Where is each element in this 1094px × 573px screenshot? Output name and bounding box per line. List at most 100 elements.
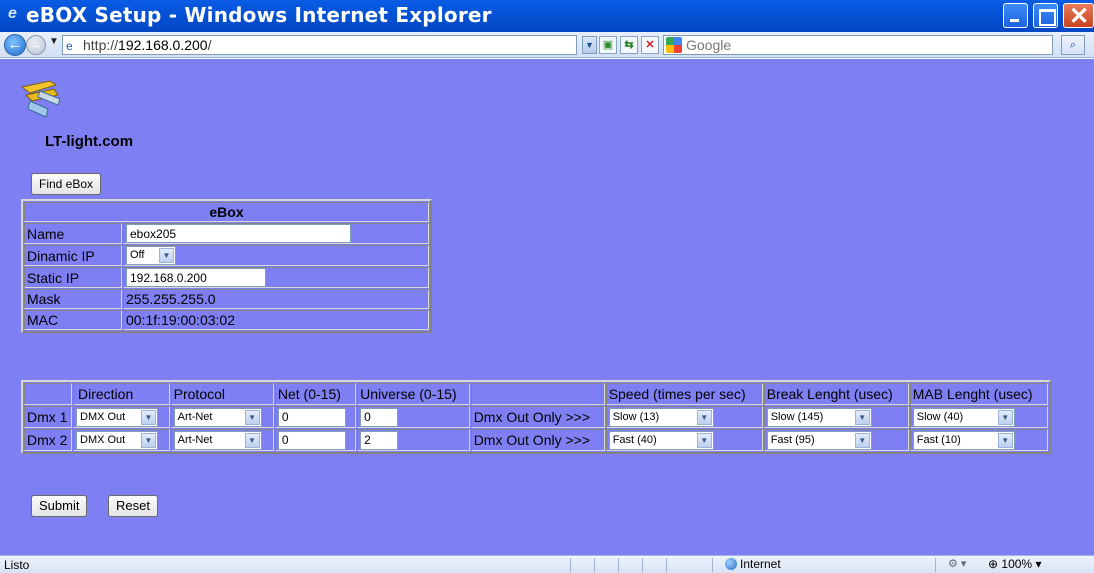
dmx2-speed-select[interactable]: Fast (40) ▼ [608, 430, 714, 450]
dinamic-ip-label: Dinamic IP [24, 245, 122, 266]
search-button[interactable]: ⌕ [1061, 35, 1085, 55]
chevron-down-icon: ▼ [854, 432, 870, 448]
dmx-header-cell [470, 383, 605, 405]
static-ip-label: Static IP [24, 267, 122, 288]
status-divider [570, 558, 571, 572]
dmx-header-row: Direction Protocol Net (0-15) Universe (… [24, 383, 1048, 405]
reset-button[interactable]: Reset [108, 495, 158, 517]
maximize-button[interactable] [1033, 3, 1058, 28]
url-host: 192.168.0.200 [118, 37, 208, 53]
dinamic-ip-value: Off [130, 249, 145, 261]
ie-logo-icon: e [8, 5, 17, 22]
minimize-button[interactable] [1003, 3, 1028, 28]
zoom-text: 100% [1001, 557, 1033, 571]
page-content: LT-light.com Find eBox eBox Name Dinamic… [0, 59, 1094, 555]
address-input[interactable]: e http://192.168.0.200/ [62, 35, 577, 55]
chevron-down-icon: ▼ [141, 409, 156, 425]
mask-label: Mask [24, 289, 122, 309]
dmx2-net-input[interactable] [277, 430, 346, 450]
table-row: Dmx 1 DMX Out ▼ Art-Net ▼ Dmx Out Only >>>… [24, 406, 1048, 428]
mask-value: 255.255.255.0 [123, 289, 429, 309]
recent-pages-dropdown[interactable]: ▼ [49, 36, 59, 47]
dmx1-direction-value: DMX Out [80, 410, 126, 423]
lt-light-logo [20, 80, 61, 118]
ebox-table: eBox Name Dinamic IP Off ▼ Static IP Mask… [21, 199, 432, 333]
dmx1-mab-select[interactable]: Slow (40) ▼ [912, 407, 1015, 427]
mac-value: 00:1f:19:00:03:02 [123, 310, 429, 330]
submit-button[interactable]: Submit [31, 495, 88, 517]
search-input[interactable]: Google [663, 35, 1053, 55]
window-title: eBOX Setup - Windows Internet Explorer [26, 3, 492, 27]
google-icon [666, 37, 682, 53]
dmx1-protocol-value: Art-Net [177, 410, 213, 423]
dmx-table: Direction Protocol Net (0-15) Universe (… [21, 380, 1051, 454]
zoom-level[interactable]: ⊕ 100% ▾ [988, 557, 1041, 571]
dmx2-direction-select[interactable]: DMX Out ▼ [76, 430, 158, 450]
chevron-down-icon: ▼ [244, 409, 260, 425]
dmx2-mab-value: Fast (10) [916, 433, 961, 446]
dmx2-universe-input[interactable] [360, 430, 399, 450]
close-icon: ✕ [1069, 3, 1090, 30]
status-bar: Listo Internet ⚙ ▾ ⊕ 100% ▾ [0, 555, 1094, 573]
chevron-down-icon: ▼ [696, 409, 712, 425]
dmx1-note: Dmx Out Only >>> [470, 406, 605, 428]
dmx-header-mab: MAB Lenght (usec) [909, 383, 1048, 405]
status-divider [666, 558, 667, 572]
table-row: Dinamic IP Off ▼ [24, 245, 429, 266]
find-ebox-button[interactable]: Find eBox [31, 173, 102, 195]
dmx1-direction-select[interactable]: DMX Out ▼ [76, 407, 158, 427]
window-titlebar[interactable]: e eBOX Setup - Windows Internet Explorer… [0, 0, 1094, 32]
mac-label: MAC [24, 310, 122, 330]
dmx2-break-value: Fast (95) [770, 433, 815, 446]
table-row: Static IP [24, 267, 429, 288]
dmx2-protocol-value: Art-Net [177, 433, 213, 446]
dmx-header-net: Net (0-15) [274, 383, 357, 405]
table-row: Name [24, 223, 429, 244]
chevron-down-icon: ▼ [244, 432, 260, 448]
forward-button[interactable]: → [26, 35, 46, 55]
status-divider [935, 558, 936, 572]
chevron-down-icon: ▼ [997, 432, 1013, 448]
dinamic-ip-select[interactable]: Off ▼ [126, 246, 176, 265]
dmx2-speed-value: Fast (40) [612, 433, 657, 446]
dmx1-net-input[interactable] [277, 407, 346, 427]
url-prefix: http:// [83, 37, 119, 53]
dmx2-direction-value: DMX Out [80, 433, 126, 446]
back-button[interactable]: ← [4, 34, 26, 56]
url-suffix: / [207, 37, 212, 53]
refresh-icon[interactable]: ⇆ [620, 36, 638, 54]
static-ip-input[interactable] [126, 268, 266, 287]
name-input[interactable] [126, 224, 351, 243]
globe-icon [725, 558, 737, 570]
close-button[interactable]: ✕ [1063, 3, 1094, 30]
dmx2-break-select[interactable]: Fast (95) ▼ [766, 430, 872, 450]
dmx2-mab-select[interactable]: Fast (10) ▼ [912, 430, 1015, 450]
dmx1-speed-value: Slow (13) [612, 410, 660, 423]
dmx1-protocol-select[interactable]: Art-Net ▼ [173, 407, 262, 427]
address-dropdown-button[interactable]: ▼ [582, 36, 597, 54]
dmx2-note: Dmx Out Only >>> [470, 429, 605, 451]
dmx1-break-select[interactable]: Slow (145) ▼ [766, 407, 872, 427]
ebox-table-title: eBox [24, 202, 429, 222]
chevron-down-icon: ▼ [159, 248, 174, 263]
chevron-down-icon: ▼ [854, 409, 870, 425]
protected-mode-icon[interactable]: ⚙ ▾ [948, 557, 966, 570]
zone-text: Internet [740, 557, 781, 571]
forward-icon: → [29, 37, 43, 52]
security-zone[interactable]: Internet [725, 557, 781, 571]
dmx1-universe-input[interactable] [360, 407, 399, 427]
back-icon: ← [7, 36, 23, 53]
dmx1-speed-select[interactable]: Slow (13) ▼ [608, 407, 714, 427]
dmx-header-speed: Speed (times per sec) [605, 383, 763, 405]
status-divider [712, 558, 713, 572]
dmx2-protocol-select[interactable]: Art-Net ▼ [173, 430, 262, 450]
compat-view-icon[interactable]: ▣ [599, 36, 617, 54]
stop-icon[interactable]: ✕ [641, 36, 659, 54]
zoom-icon: ⊕ [988, 557, 999, 571]
table-row: MAC 00:1f:19:00:03:02 [24, 310, 429, 330]
status-divider [594, 558, 595, 572]
dmx2-label: Dmx 2 [24, 429, 72, 451]
name-label: Name [24, 223, 122, 244]
dmx-header-break: Break Lenght (usec) [763, 383, 909, 405]
dmx-header-cell [24, 383, 72, 405]
